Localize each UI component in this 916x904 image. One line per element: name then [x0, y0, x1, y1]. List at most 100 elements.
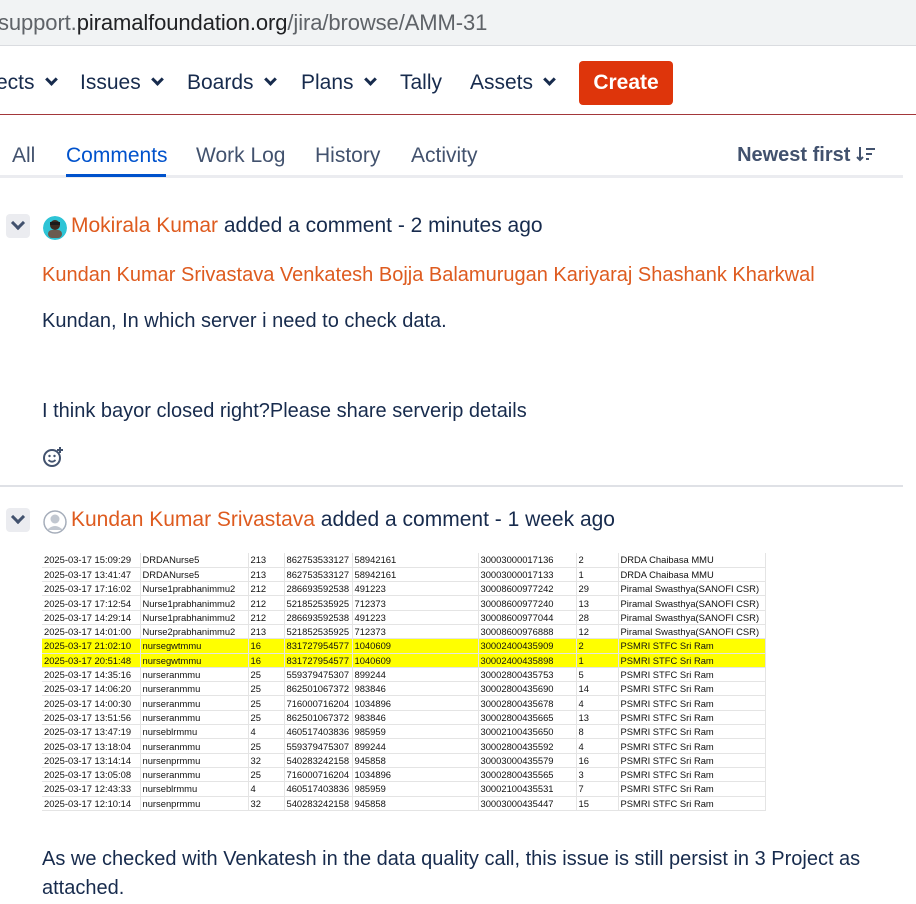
table-cell: 30003000435579: [478, 753, 577, 768]
table-row: 2025-03-17 13:05:08 nurseranmmu 25 71600071…: [42, 767, 766, 783]
table-cell: 716000716204: [284, 695, 353, 711]
table-cell: nurseranmmu: [140, 738, 249, 754]
table-cell: DRDANurse5: [140, 567, 249, 583]
table-cell: 4: [576, 738, 619, 754]
table-cell: 212: [248, 581, 285, 597]
table-cell: nurseranmmu: [140, 767, 249, 783]
table-cell: 521852535925: [284, 624, 353, 640]
table-cell: 985959: [352, 724, 479, 740]
chevron-down-icon: [263, 73, 277, 86]
table-cell: 2025-03-17 14:06:20: [42, 681, 141, 697]
table-cell: 862501067372: [284, 681, 353, 697]
comment-timestamp[interactable]: 1 week ago: [508, 508, 615, 531]
avatar[interactable]: [43, 510, 67, 534]
table-cell: 30003000017133: [478, 567, 577, 583]
table-cell: 286693592538: [284, 610, 353, 625]
table-cell: 14: [576, 681, 619, 697]
url-text[interactable]: support.piramalfoundation.org/jira/brows…: [0, 10, 487, 36]
table-cell: 213: [248, 624, 285, 640]
comment-mentions[interactable]: Kundan Kumar Srivastava Venkatesh Bojja …: [42, 264, 815, 287]
sort-descending-icon: [856, 147, 875, 162]
tab-work-log[interactable]: Work Log: [196, 144, 286, 168]
table-cell: 30003000435447: [478, 796, 577, 811]
table-cell: 2: [576, 638, 619, 654]
table-cell: 213: [248, 567, 285, 583]
table-cell: 16: [248, 638, 285, 654]
table-cell: 2025-03-17 13:41:47: [42, 567, 141, 583]
table-cell: 3: [576, 767, 619, 783]
table-cell: 2025-03-17 14:00:30: [42, 695, 141, 711]
table-cell: Piramal Swasthya(SANOFI CSR): [618, 624, 766, 640]
table-cell: 30002800435690: [478, 681, 577, 697]
tab-history[interactable]: History: [315, 144, 380, 168]
table-cell: 2025-03-17 21:02:10: [42, 638, 141, 654]
table-row: 2025-03-17 17:12:54 Nurse1prabhanimmu2 212…: [42, 595, 766, 611]
comment-author-link[interactable]: Mokirala Kumar: [71, 214, 218, 237]
collapse-comment-toggle[interactable]: [6, 508, 30, 532]
table-cell: DRDANurse5: [140, 553, 249, 568]
tab-activity[interactable]: Activity: [411, 144, 478, 168]
table-row: 2025-03-17 21:02:10 nursegwtmmu 16 83172795…: [42, 638, 766, 654]
table-cell: 985959: [352, 781, 479, 797]
comment-timestamp[interactable]: 2 minutes ago: [411, 214, 543, 237]
table-cell: Piramal Swasthya(SANOFI CSR): [618, 595, 766, 611]
table-cell: 862501067372: [284, 710, 353, 726]
table-cell: 58942161: [352, 567, 479, 583]
table-row: 2025-03-17 13:41:47 DRDANurse5 213 86275353…: [42, 567, 766, 583]
table-cell: 30002800435592: [478, 738, 577, 754]
chevron-down-icon: [44, 73, 58, 86]
table-cell: 460517403836: [284, 781, 353, 797]
table-cell: 29: [576, 581, 619, 597]
attachment-spreadsheet-image[interactable]: 2025-03-17 15:09:29 DRDANurse5 213 86275353…: [42, 553, 766, 816]
table-cell: 2025-03-17 13:47:19: [42, 724, 141, 740]
avatar[interactable]: [43, 216, 67, 240]
tab-comments[interactable]: Comments: [66, 144, 168, 168]
comment-author-link[interactable]: Kundan Kumar Srivastava: [71, 508, 315, 531]
table-cell: 25: [248, 695, 285, 711]
table-cell: 13: [576, 710, 619, 726]
nav-issues[interactable]: Issues: [80, 71, 164, 95]
table-row: 2025-03-17 14:06:20 nurseranmmu 25 86250106…: [42, 681, 766, 697]
nav-plans[interactable]: Plans: [301, 71, 377, 95]
table-cell: 540283242158: [284, 796, 353, 811]
table-row: 2025-03-17 14:35:16 nurseranmmu 25 55937947…: [42, 667, 766, 683]
table-cell: 30008600977240: [478, 595, 577, 611]
table-cell: Piramal Swasthya(SANOFI CSR): [618, 581, 766, 597]
table-cell: 58942161: [352, 553, 479, 568]
comment-header: Mokirala Kumar added a comment - 2 minut…: [71, 214, 543, 237]
sort-order-button[interactable]: Newest first: [737, 144, 876, 167]
table-cell: 1034896: [352, 767, 479, 783]
table-row: 2025-03-17 14:00:30 nurseranmmu 25 71600071…: [42, 695, 766, 711]
collapse-comment-toggle[interactable]: [6, 214, 30, 238]
table-cell: 25: [248, 767, 285, 783]
table-cell: 862753533127: [284, 553, 353, 568]
table-cell: nurseranmmu: [140, 681, 249, 697]
table-cell: 4: [248, 724, 285, 740]
nav-tally[interactable]: Tally: [400, 71, 442, 95]
comment-text-line: Kundan, In which server i need to check …: [42, 310, 447, 332]
table-row: 2025-03-17 13:18:04 nurseranmmu 25 55937947…: [42, 738, 766, 754]
table-cell: 899244: [352, 667, 479, 683]
tab-all[interactable]: All: [12, 144, 35, 168]
table-cell: 28: [576, 610, 619, 625]
add-reaction-icon[interactable]: [42, 446, 64, 468]
table-cell: 2025-03-17 12:10:14: [42, 796, 141, 811]
table-cell: PSMRI STFC Sri Ram: [618, 653, 766, 668]
nav-boards[interactable]: Boards: [187, 71, 277, 95]
table-cell: 25: [248, 738, 285, 754]
table-cell: PSMRI STFC Sri Ram: [618, 681, 766, 697]
table-cell: 30002100435650: [478, 724, 577, 740]
table-cell: nurseblrmmu: [140, 724, 249, 740]
create-button[interactable]: Create: [579, 61, 673, 105]
table-cell: 831727954577: [284, 653, 353, 668]
table-cell: PSMRI STFC Sri Ram: [618, 638, 766, 654]
table-cell: 30008600976888: [478, 624, 577, 640]
nav-assets[interactable]: Assets: [470, 71, 556, 95]
table-cell: 8: [576, 724, 619, 740]
table-cell: 716000716204: [284, 767, 353, 783]
browser-url-bar[interactable]: support.piramalfoundation.org/jira/brows…: [0, 0, 916, 46]
table-cell: 460517403836: [284, 724, 353, 740]
table-cell: 945858: [352, 753, 479, 768]
table-cell: 2025-03-17 17:12:54: [42, 595, 141, 611]
nav-projects[interactable]: ects: [0, 71, 58, 95]
